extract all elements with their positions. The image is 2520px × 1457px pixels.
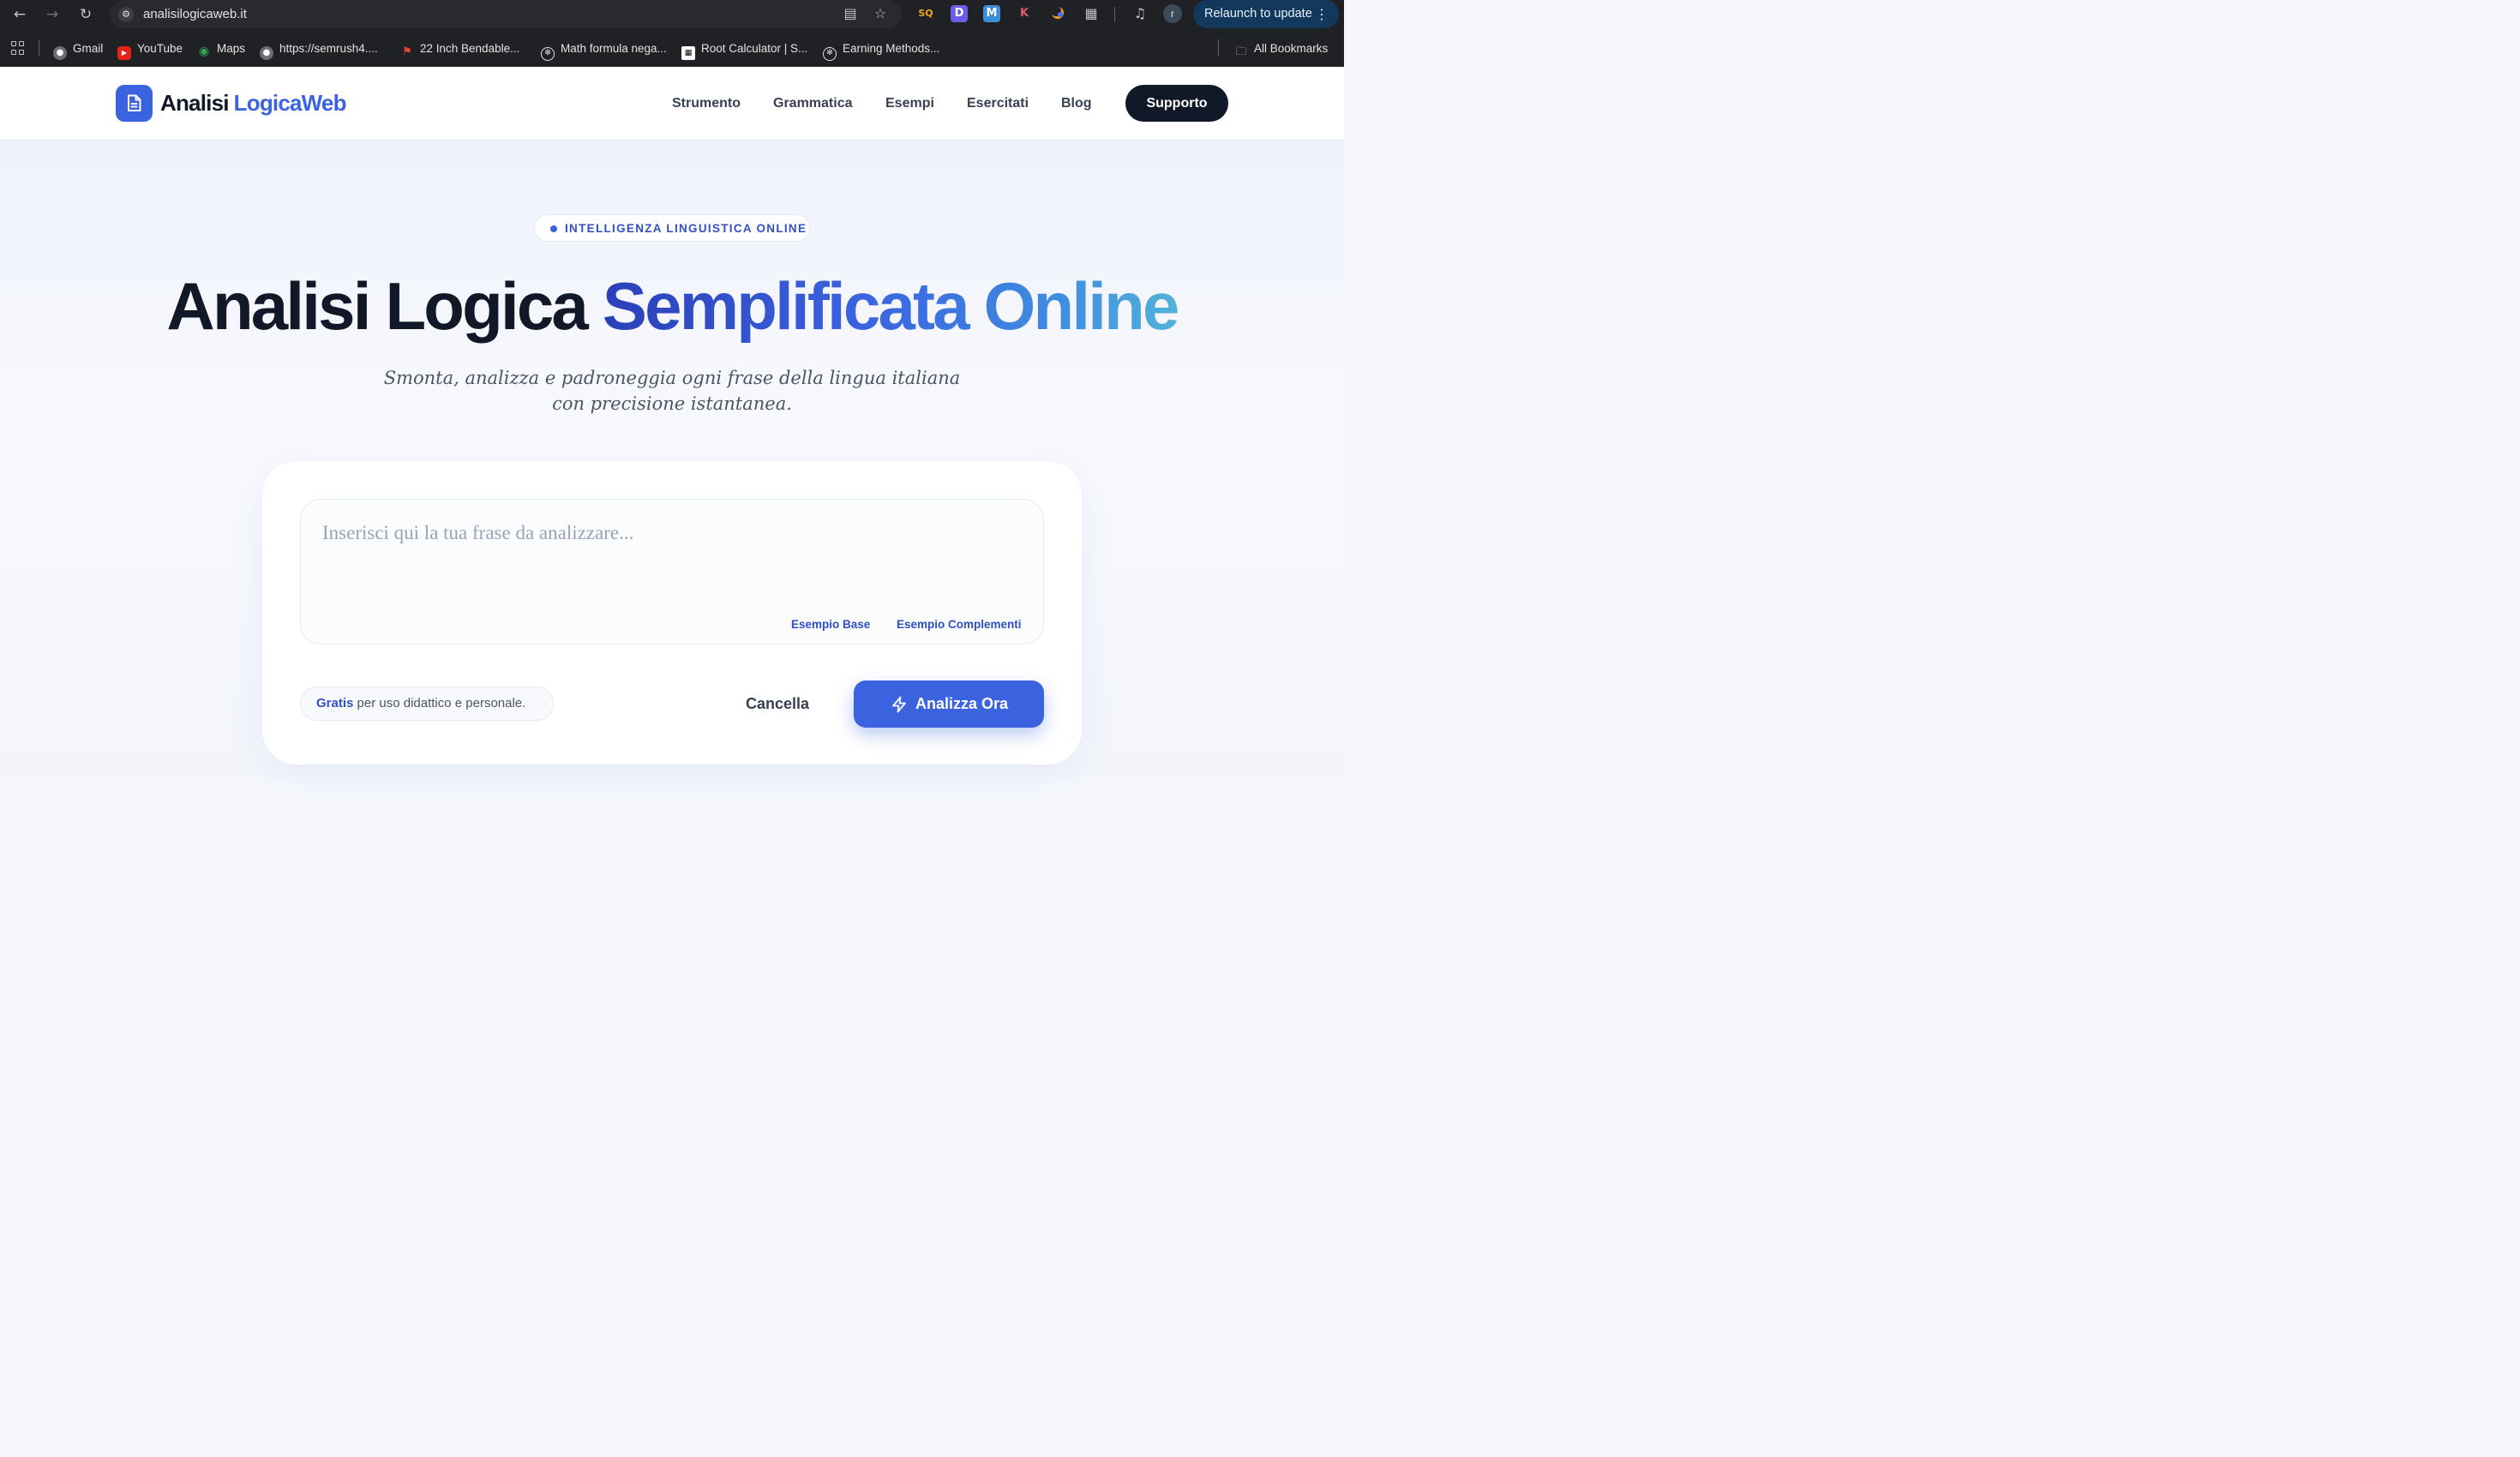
extension-m-icon[interactable]: M — [983, 5, 1000, 22]
relaunch-update-button[interactable]: Relaunch to update ⋮ — [1193, 0, 1339, 28]
brand-part-2: LogicaWeb — [233, 90, 347, 116]
bookmark-label: Earning Methods... — [843, 42, 940, 55]
title-dark-part: Analisi Logica — [166, 268, 588, 344]
profile-avatar[interactable]: r — [1163, 4, 1182, 23]
star-bookmark-icon[interactable]: ☆ — [872, 5, 889, 22]
example-complements-link[interactable]: Esempio Complementi — [897, 618, 1022, 632]
nav-esempi[interactable]: Esempi — [885, 95, 934, 112]
example-base-link[interactable]: Esempio Base — [791, 618, 870, 632]
calculator-icon: ▦ — [681, 46, 695, 60]
youtube-icon: ▶ — [117, 46, 131, 60]
bookmark-label: Gmail — [73, 42, 104, 55]
lightning-bolt-icon — [892, 696, 906, 713]
support-button[interactable]: Supporto — [1125, 85, 1228, 122]
title-gradient-part: Semplificata Online — [602, 268, 1179, 344]
chatgpt-icon: ✻ — [823, 47, 837, 61]
maps-pin-icon: ◉ — [198, 45, 210, 58]
address-bar[interactable]: ⚙ analisilogicaweb.it ▤ ☆ — [110, 0, 902, 28]
bookmarks-divider — [1218, 39, 1219, 57]
pill-dot — [550, 225, 557, 232]
bookmark-label: Root Calculator | S... — [701, 42, 808, 55]
extension-sq-icon[interactable]: SQ — [917, 5, 934, 22]
more-menu-icon[interactable]: ⋮ — [1315, 0, 1329, 28]
brand-logo-text[interactable]: Analisi LogicaWeb — [160, 90, 346, 116]
bookmark-label: YouTube — [137, 42, 183, 55]
all-bookmarks-label: All Bookmarks — [1254, 42, 1329, 55]
free-badge-strong: Gratis — [316, 696, 354, 711]
hero-section: INTELLIGENZA LINGUISTICA ONLINE Analisi … — [0, 141, 1344, 777]
bookmark-label: Math formula nega... — [561, 42, 667, 55]
extensions-puzzle-icon[interactable]: ▦ — [1083, 5, 1100, 22]
url-text[interactable]: analisilogicaweb.it — [143, 7, 247, 21]
all-bookmarks-button[interactable]: 🗀 All Bookmarks — [1234, 41, 1329, 58]
extension-k-icon[interactable]: K — [1016, 5, 1033, 22]
site-info-icon[interactable]: ⚙ — [118, 7, 134, 22]
sentence-input[interactable] — [322, 522, 1008, 591]
bookmark-youtube[interactable]: ▶ YouTube — [117, 41, 183, 60]
bookmark-semrush[interactable]: ● https://semrush4.... — [260, 41, 378, 60]
bookmark-gmail[interactable]: ● Gmail — [53, 41, 104, 60]
media-playlist-icon[interactable]: ♫ — [1131, 5, 1149, 22]
apps-grid-icon[interactable] — [11, 41, 25, 55]
bookmark-label: Maps — [217, 42, 246, 55]
analyze-button-label: Analizza Ora — [915, 695, 1009, 712]
page-subtitle: Smonta, analizza e padroneggia ogni fras… — [383, 368, 961, 414]
bookmark-label: 22 Inch Bendable... — [420, 42, 520, 55]
analyze-button[interactable]: Analizza Ora — [854, 681, 1044, 728]
brand-part-1: Analisi — [160, 90, 229, 116]
bookmark-math-formula[interactable]: ✻ Math formula nega... — [541, 41, 667, 61]
bookmark-bendable[interactable]: ⚑ 22 Inch Bendable... — [400, 41, 520, 58]
chatgpt-icon: ✻ — [541, 47, 555, 61]
extension-moon-icon[interactable] — [1049, 5, 1066, 22]
relaunch-label: Relaunch to update — [1204, 7, 1312, 21]
bookmark-root-calculator[interactable]: ▦ Root Calculator | S... — [681, 41, 808, 60]
nav-esercitati[interactable]: Esercitati — [967, 95, 1029, 112]
translate-icon[interactable]: ▤ — [842, 5, 859, 22]
folder-icon: 🗀 — [1235, 45, 1247, 58]
bookmark-maps[interactable]: ◉ Maps — [197, 41, 246, 58]
globe-icon: ● — [260, 46, 273, 60]
reload-icon[interactable]: ↻ — [76, 5, 95, 24]
globe-icon: ● — [53, 46, 67, 60]
bookmark-label: https://semrush4.... — [279, 42, 378, 55]
site-header: Analisi LogicaWeb Strumento Grammatica Es… — [0, 67, 1344, 141]
sentence-input-box: Esempio Base Esempio Complementi — [300, 499, 1044, 645]
forward-arrow-icon[interactable]: → — [43, 5, 62, 24]
bookmark-earning-methods[interactable]: ✻ Earning Methods... — [823, 41, 940, 61]
nav-grammatica[interactable]: Grammatica — [773, 95, 853, 112]
free-usage-badge: Gratis per uso didattico e personale. — [300, 687, 554, 721]
bookmarks-bar: ● Gmail ▶ YouTube ◉ Maps ● https://semrush4.… — [0, 29, 1344, 67]
back-arrow-icon[interactable]: ← — [10, 5, 29, 24]
cancel-button[interactable]: Cancella — [732, 693, 823, 715]
nav-blog[interactable]: Blog — [1061, 95, 1092, 112]
flag-icon: ⚑ — [402, 45, 412, 58]
category-pill: INTELLIGENZA LINGUISTICA ONLINE — [534, 214, 810, 242]
logo-document-icon[interactable] — [116, 85, 153, 122]
pill-label: INTELLIGENZA LINGUISTICA ONLINE — [565, 222, 807, 235]
analyzer-card: Esempio Base Esempio Complementi Gratis … — [262, 461, 1082, 764]
page-title: Analisi Logica Semplificata Online — [0, 267, 1344, 345]
free-badge-text: per uso didattico e personale. — [353, 696, 526, 711]
toolbar-divider — [1114, 7, 1115, 22]
nav-strumento[interactable]: Strumento — [672, 95, 741, 112]
extension-d-icon[interactable]: D — [951, 5, 968, 22]
browser-toolbar: ← → ↻ ⚙ analisilogicaweb.it ▤ ☆ SQ D M K… — [0, 0, 1344, 29]
